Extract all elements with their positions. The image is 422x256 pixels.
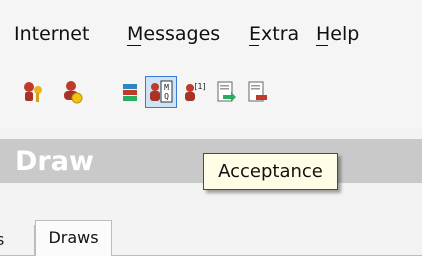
user-settings-icon <box>64 81 83 104</box>
menu-extra[interactable]: Extra <box>249 22 299 46</box>
menu-internet[interactable]: Internet <box>14 22 89 46</box>
document-arrow-button[interactable] <box>212 78 240 106</box>
document-remove-button[interactable] <box>243 78 271 106</box>
svg-text:Q: Q <box>164 92 169 101</box>
users-key-button[interactable] <box>20 78 48 106</box>
tooltip: Acceptance <box>203 153 338 190</box>
acceptance-button[interactable]: M Q <box>145 76 177 108</box>
document-arrow-icon <box>217 81 236 102</box>
menu-help-mnemonic <box>316 45 328 46</box>
svg-text:[1]: [1] <box>194 82 205 91</box>
stack-button[interactable] <box>116 78 144 106</box>
tab-previous[interactable]: s <box>0 225 35 256</box>
document-remove-icon <box>248 81 267 102</box>
section-title: Draw <box>15 146 94 177</box>
tab-draws[interactable]: Draws <box>35 220 112 256</box>
svg-text:M: M <box>164 83 169 92</box>
user-mq-icon: M Q <box>150 80 173 103</box>
users-key-icon <box>24 82 42 102</box>
menu-extra-mnemonic <box>249 45 259 46</box>
user-settings-button[interactable] <box>58 78 86 106</box>
user-notice-icon: [1] <box>185 82 206 101</box>
user-notice-button[interactable]: [1] <box>180 78 208 106</box>
menu-messages[interactable]: Messages <box>127 22 220 46</box>
menu-messages-mnemonic <box>127 45 141 46</box>
menu-help[interactable]: Help <box>316 22 359 46</box>
menu-bar: Internet Messages Extra Help <box>0 0 422 64</box>
stack-icon <box>123 84 137 101</box>
